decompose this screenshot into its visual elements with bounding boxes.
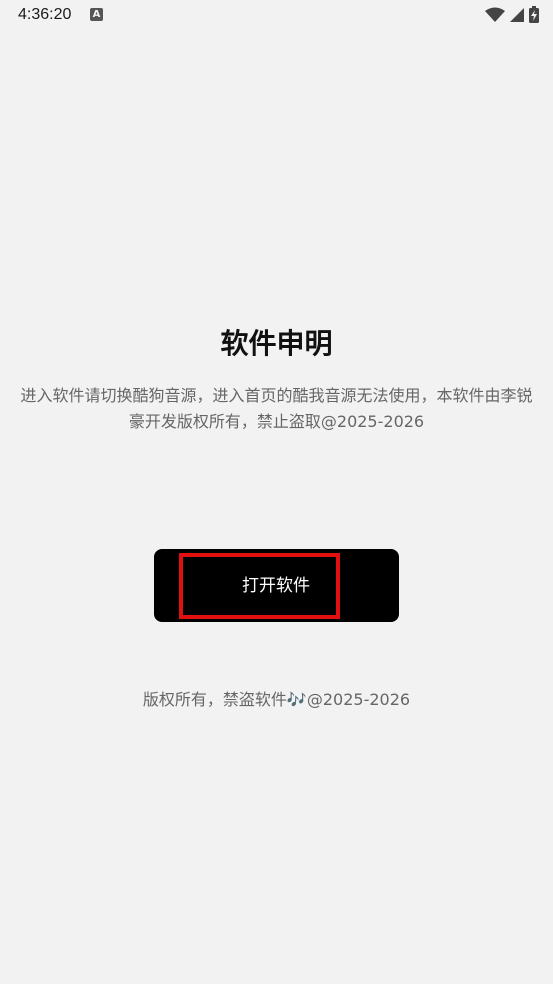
status-time: 4:36:20	[18, 6, 72, 23]
declaration-line-1: 进入软件请切换酷狗音源，进入首页的酷我音源无法使用，本软件由李锐	[20, 386, 533, 405]
status-icons	[485, 6, 539, 23]
wifi-icon	[485, 7, 505, 22]
declaration-line-2: 豪开发版权所有，禁止盗取@2025-2026	[128, 412, 425, 431]
notification-a-icon: A	[90, 8, 103, 21]
copyright-footer: 版权所有，禁盗软件🎶@2025-2026	[142, 690, 411, 709]
status-bar: 4:36:20 A	[0, 0, 553, 32]
declaration-text: 进入软件请切换酷狗音源，进入首页的酷我音源无法使用，本软件由李锐 豪开发版权所有…	[0, 383, 553, 435]
signal-icon	[510, 7, 524, 22]
open-software-button[interactable]: 打开软件	[154, 549, 399, 622]
page-title: 软件申明	[220, 327, 333, 360]
battery-icon	[529, 6, 539, 23]
open-software-label: 打开软件	[242, 576, 310, 595]
